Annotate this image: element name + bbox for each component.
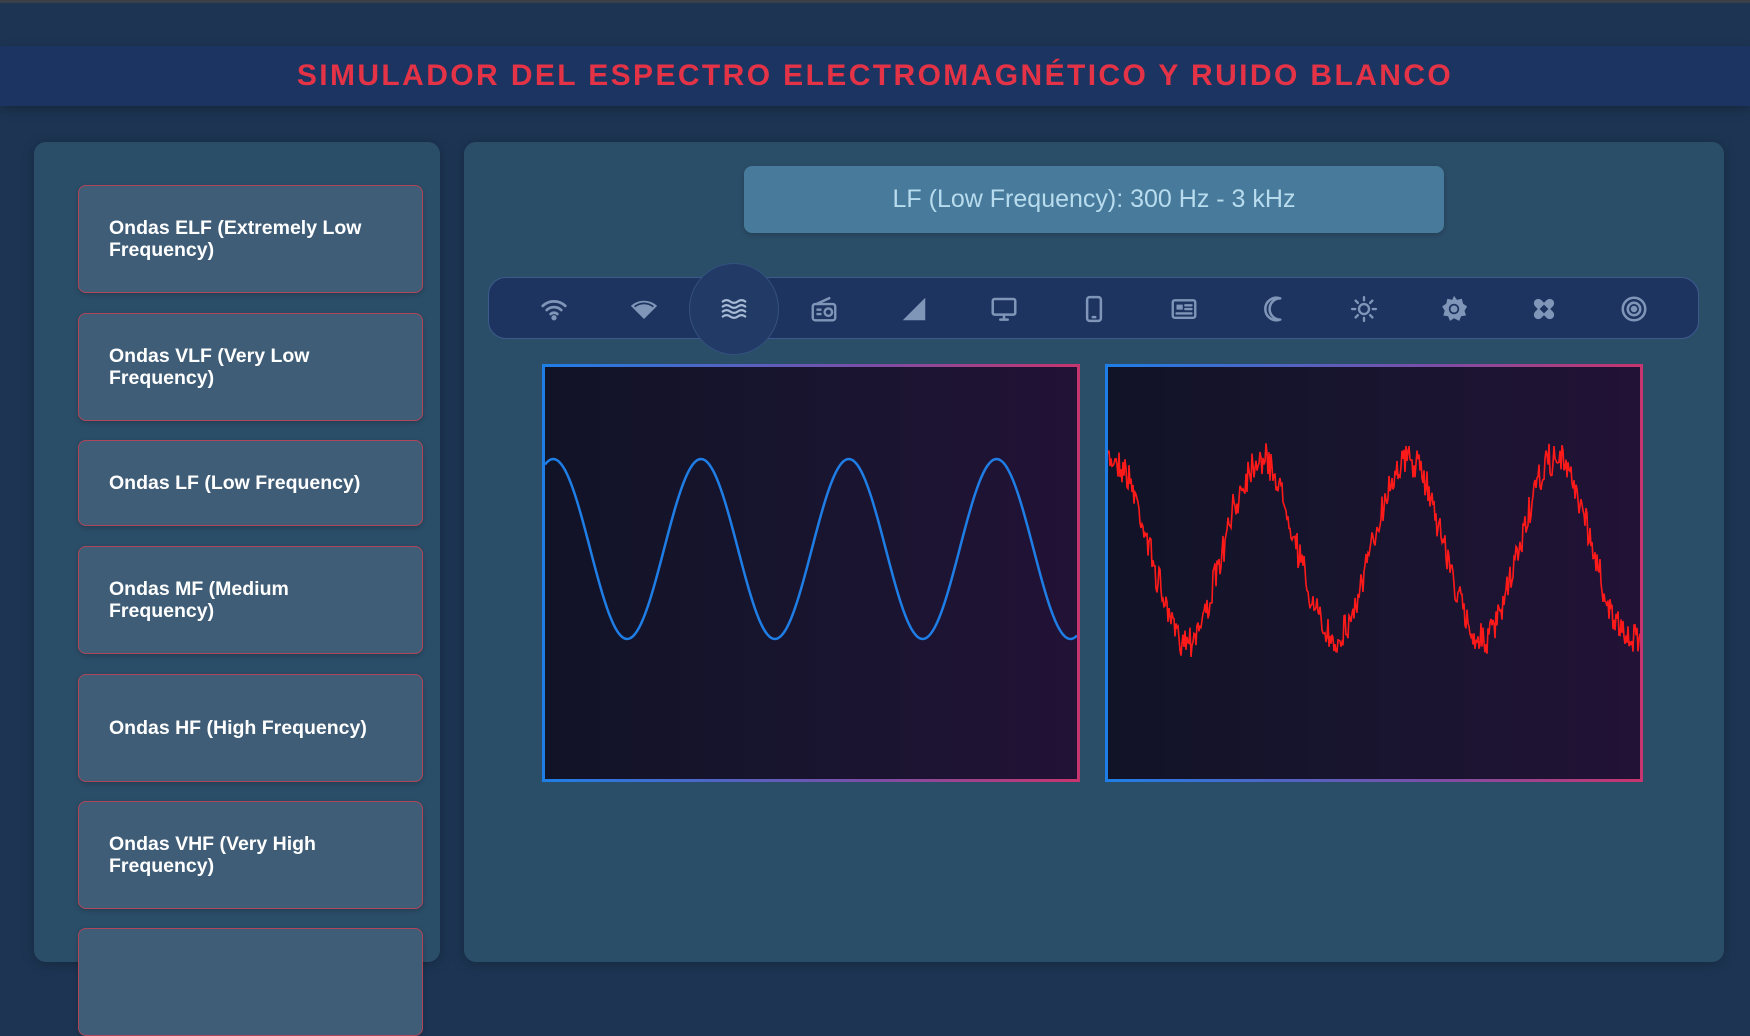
moon-icon — [1264, 296, 1282, 322]
band-button-label: Ondas VLF (Very Low Frequency) — [109, 345, 310, 389]
band-button-mf[interactable]: Ondas MF (Medium Frequency) — [78, 546, 423, 654]
spectrum-option-news[interactable] — [1139, 278, 1229, 340]
window-top-border — [0, 0, 1750, 3]
simulator-panel: LF (Low Frequency): 300 Hz - 3 kHz — [464, 142, 1724, 962]
spectrum-option-radar[interactable] — [1589, 278, 1679, 340]
page-title: SIMULADOR DEL ESPECTRO ELECTROMAGNÉTICO … — [296, 59, 1454, 92]
spectrum-option-bandage[interactable] — [1499, 278, 1589, 340]
frequency-range-display: LF (Low Frequency): 300 Hz - 3 kHz — [744, 166, 1444, 233]
spectrum-option-signal[interactable] — [869, 278, 959, 340]
clean-wave-canvas — [542, 364, 1080, 782]
signal-icon — [902, 297, 926, 321]
band-button-vhf[interactable]: Ondas VHF (Very High Frequency) — [78, 801, 423, 909]
monitor-icon — [991, 297, 1017, 321]
band-button-label: Ondas VHF (Very High Frequency) — [109, 833, 316, 877]
band-button-elf[interactable]: Ondas ELF (Extremely Low Frequency) — [78, 185, 423, 293]
bandage-icon — [1533, 298, 1555, 320]
band-button-next[interactable] — [78, 928, 423, 1036]
app-header: SIMULADOR DEL ESPECTRO ELECTROMAGNÉTICO … — [0, 46, 1750, 106]
clean-wave-plot — [545, 457, 1077, 641]
spectrum-option-wifi[interactable] — [509, 278, 599, 340]
band-button-label: Ondas HF (High Frequency) — [109, 717, 367, 739]
radio-icon — [811, 296, 837, 322]
waves-icon — [721, 298, 747, 320]
sun-icon — [1350, 295, 1378, 323]
spectrum-option-radio[interactable] — [779, 278, 869, 340]
spectrum-icon-bar — [488, 263, 1699, 355]
clean-wave-line — [545, 457, 1077, 641]
spectrum-option-waves[interactable] — [689, 263, 779, 355]
band-button-label: Ondas MF (Medium Frequency) — [109, 578, 289, 622]
band-button-label: Ondas LF (Low Frequency) — [109, 472, 361, 494]
spectrum-option-wifi-filled[interactable] — [599, 278, 689, 340]
wifi-icon — [541, 299, 567, 321]
band-button-lf[interactable]: Ondas LF (Low Frequency) — [78, 440, 423, 526]
band-button-hf[interactable]: Ondas HF (High Frequency) — [78, 674, 423, 782]
radar-icon — [1621, 296, 1647, 322]
noisy-wave-canvas — [1105, 364, 1643, 782]
spectrum-option-smartphone[interactable] — [1049, 278, 1139, 340]
noisy-wave-line — [1108, 443, 1640, 658]
spectrum-option-monitor[interactable] — [959, 278, 1049, 340]
band-button-label: Ondas ELF (Extremely Low Frequency) — [109, 217, 362, 261]
news-icon — [1171, 299, 1197, 319]
band-button-vlf[interactable]: Ondas VLF (Very Low Frequency) — [78, 313, 423, 421]
spectrum-option-sun[interactable] — [1319, 278, 1409, 340]
spectrum-option-moon[interactable] — [1229, 278, 1319, 340]
wifi-filled-icon — [630, 300, 658, 319]
spectrum-option-sun-filled[interactable] — [1409, 278, 1499, 340]
smartphone-icon — [1085, 295, 1103, 323]
sun-filled-icon — [1442, 295, 1468, 321]
noisy-wave-plot — [1108, 443, 1640, 658]
band-sidebar: Ondas ELF (Extremely Low Frequency) Onda… — [34, 142, 440, 1036]
